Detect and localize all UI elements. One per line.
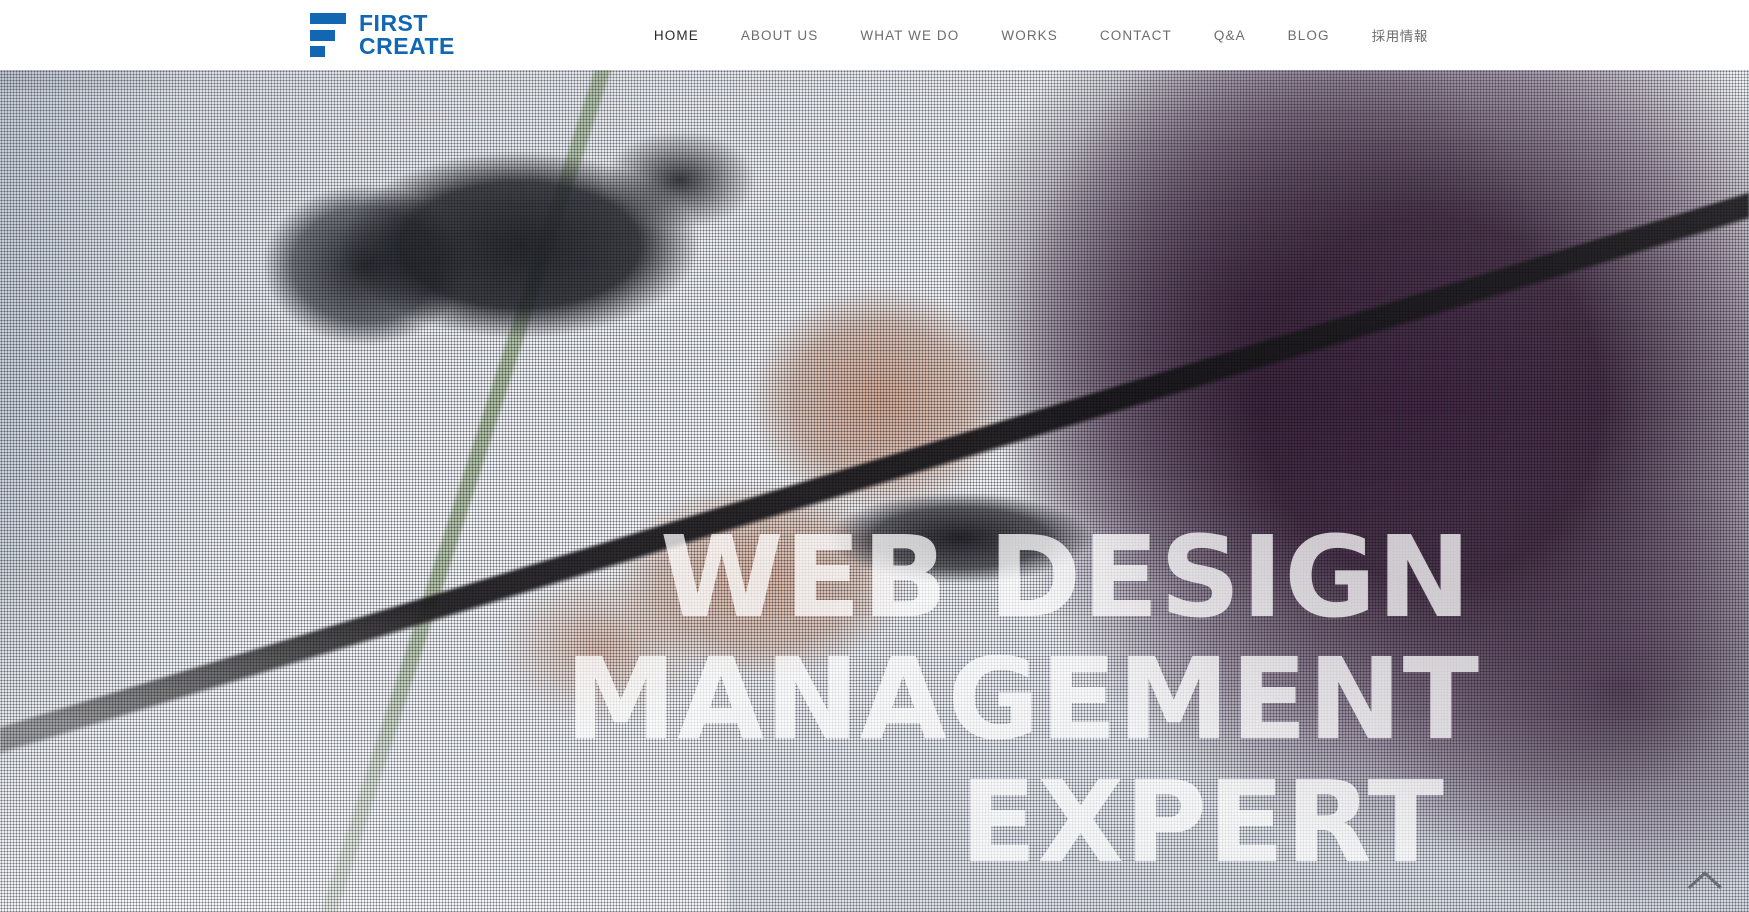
brand-wordmark-line2: CREATE <box>359 33 455 59</box>
main-navigation: HOME ABOUT US WHAT WE DO WORKS CONTACT Q… <box>633 25 1449 45</box>
hero-paper-shape <box>0 522 731 912</box>
nav-item-home[interactable]: HOME <box>633 28 720 43</box>
nav-item-recruit[interactable]: 採用情報 <box>1351 25 1449 45</box>
first-create-f-logo-icon <box>310 13 346 57</box>
nav-item-qa[interactable]: Q&A <box>1193 28 1267 43</box>
nav-item-contact[interactable]: CONTACT <box>1079 28 1193 43</box>
scroll-to-top-button[interactable] <box>1683 846 1727 890</box>
nav-item-about-us[interactable]: ABOUT US <box>720 28 840 43</box>
brand-logo-link[interactable]: FIRST CREATE <box>310 12 455 58</box>
hero-laptop-shape <box>0 90 240 560</box>
brand-wordmark-line1: FIRST <box>359 10 428 36</box>
hero-section: WEB DESIGN MANAGEMENT EXPERT <box>0 70 1749 912</box>
brand-wordmark: FIRST CREATE <box>359 12 455 58</box>
chevron-up-icon <box>1688 870 1722 890</box>
nav-item-works[interactable]: WORKS <box>980 28 1079 43</box>
nav-item-what-we-do[interactable]: WHAT WE DO <box>839 28 980 43</box>
nav-item-blog[interactable]: BLOG <box>1267 28 1351 43</box>
site-header: FIRST CREATE HOME ABOUT US WHAT WE DO WO… <box>0 0 1749 70</box>
